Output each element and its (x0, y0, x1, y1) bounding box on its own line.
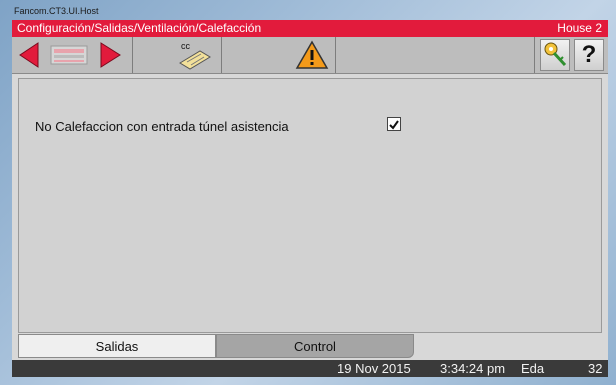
option-checkbox[interactable] (387, 117, 401, 131)
status-mode: Eda (521, 361, 545, 376)
app-area: Configuración/Salidas/Ventilación/Calefa… (12, 20, 608, 377)
window-title: Fancom.CT3.UI.Host (14, 6, 99, 16)
key-icon (544, 42, 567, 67)
checkmark-icon (389, 120, 399, 130)
alarm-button[interactable] (295, 39, 329, 71)
breadcrumb: Configuración/Salidas/Ventilación/Calefa… (17, 21, 262, 35)
keyboard-button[interactable] (45, 39, 93, 71)
toolbar-separator (132, 37, 133, 73)
keyboard-icon (50, 45, 88, 65)
option-label: No Calefaccion con entrada túnel asisten… (35, 119, 289, 134)
toolbar: cc ? (12, 37, 608, 74)
forward-button[interactable] (96, 39, 124, 71)
arrow-left-icon (19, 42, 39, 68)
status-date: 19 Nov 2015 (337, 361, 411, 376)
status-bar: 19 Nov 2015 3:34:24 pm Eda 32 (12, 360, 608, 377)
cc-label: cc (181, 41, 191, 51)
toolbar-separator (335, 37, 336, 73)
tab-control[interactable]: Control (216, 334, 414, 358)
toolbar-separator (534, 37, 535, 73)
tab-salidas[interactable]: Salidas (18, 334, 216, 358)
window-frame: Fancom.CT3.UI.Host Configuración/Salidas… (0, 0, 616, 385)
cc-button[interactable]: cc (174, 39, 214, 71)
settings-panel: No Calefaccion con entrada túnel asisten… (18, 78, 602, 333)
status-time: 3:34:24 pm (440, 361, 506, 376)
arrow-right-icon (100, 42, 121, 68)
house-label: House 2 (557, 21, 602, 35)
help-icon: ? (581, 41, 597, 68)
cc-ticket-icon: cc (179, 41, 211, 70)
warning-icon (295, 40, 329, 69)
status-number: 32 (588, 361, 603, 376)
toolbar-separator (221, 37, 222, 73)
login-key-button[interactable] (540, 39, 570, 71)
header-bar: Configuración/Salidas/Ventilación/Calefa… (12, 20, 608, 37)
back-button[interactable] (16, 39, 42, 71)
help-button[interactable]: ? (574, 39, 604, 71)
tab-bar: Salidas Control (12, 334, 608, 358)
